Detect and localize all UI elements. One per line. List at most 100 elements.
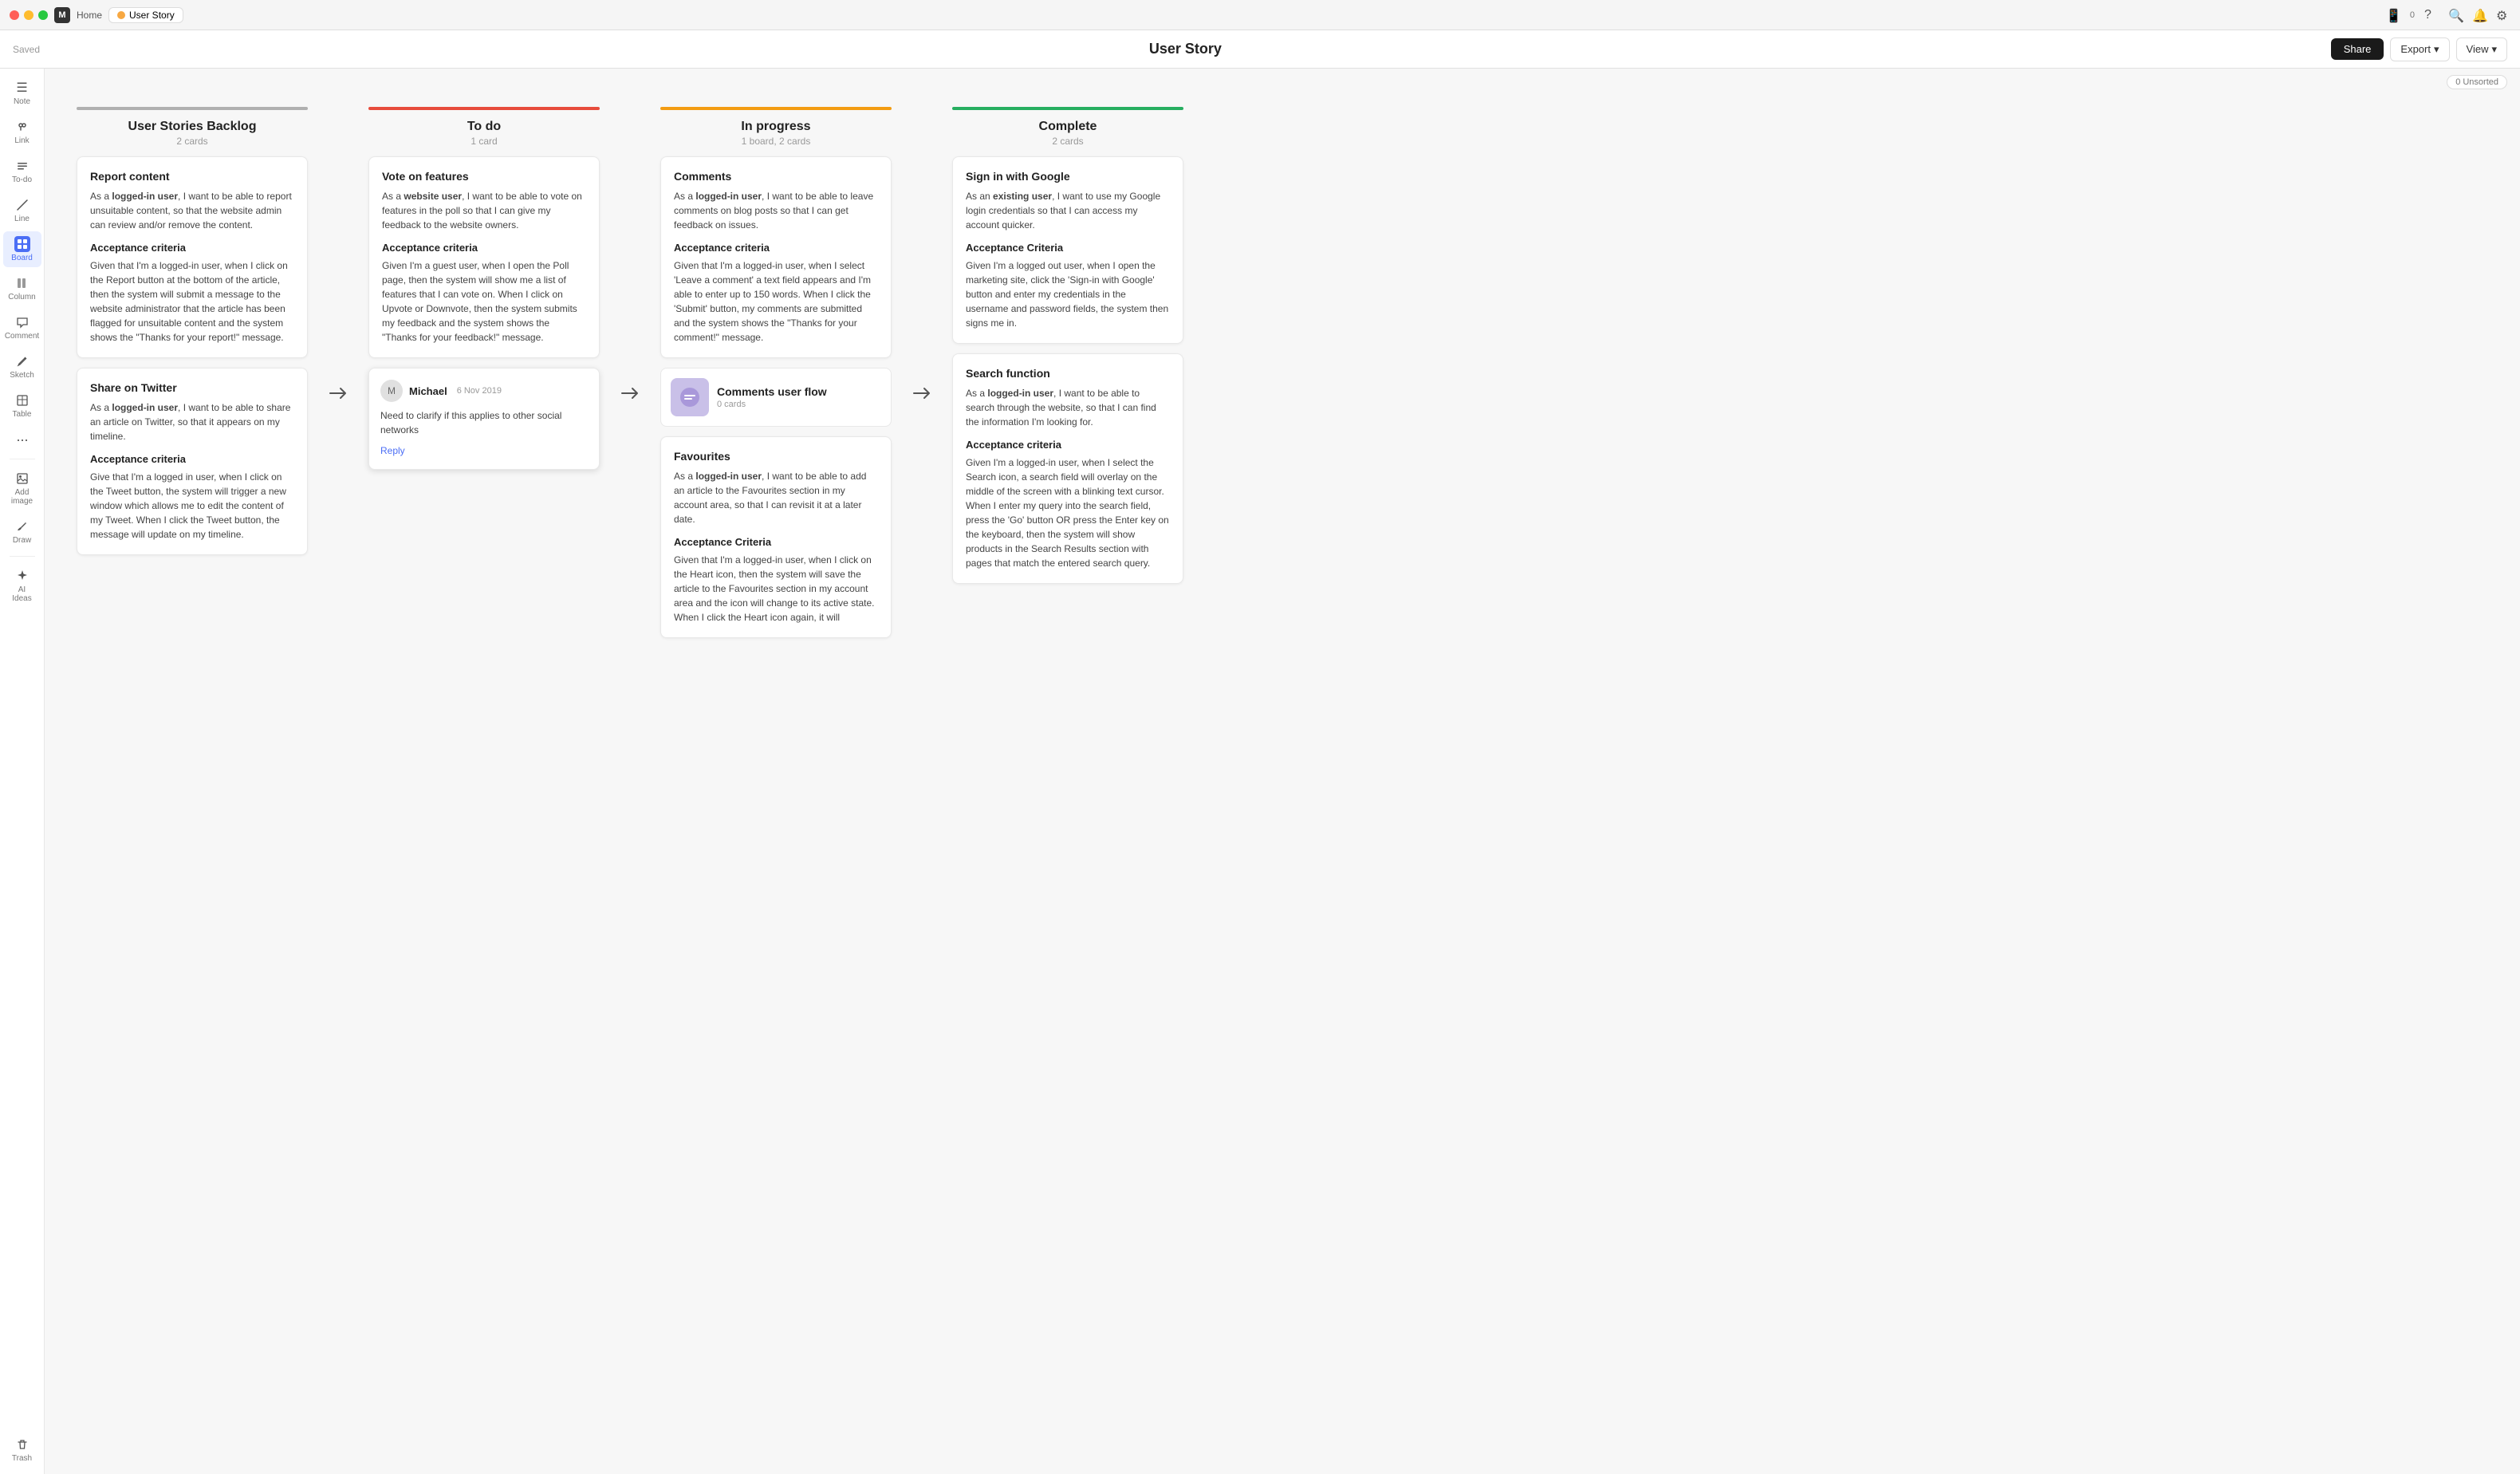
card-comments[interactable]: Comments As a logged-in user, I want to …: [660, 156, 892, 358]
card-intro-search: As a logged-in user, I want to be able t…: [966, 386, 1170, 429]
card-title-comments: Comments: [674, 170, 878, 183]
sidebar-item-board[interactable]: Board: [3, 231, 41, 267]
card-intro-comments: As a logged-in user, I want to be able t…: [674, 189, 878, 232]
board-card-title: Comments user flow: [717, 385, 827, 398]
sidebar-item-note[interactable]: ☰ Note: [3, 75, 41, 111]
share-button[interactable]: Share: [2331, 38, 2384, 60]
view-label: View: [2467, 43, 2489, 55]
card-intro-google: As an existing user, I want to use my Go…: [966, 189, 1170, 232]
sidebar-column-label: Column: [8, 293, 35, 302]
card-comments-user-flow[interactable]: Comments user flow 0 cards: [660, 368, 892, 427]
traffic-lights: [10, 10, 48, 20]
sidebar-item-todo[interactable]: To-do: [3, 153, 41, 189]
column-subtitle-todo: 1 card: [368, 136, 600, 147]
sidebar-item-line[interactable]: Line: [3, 192, 41, 228]
help-icon[interactable]: ?: [2424, 8, 2439, 22]
arrow-inprogress-complete: [911, 100, 933, 638]
device-icon[interactable]: 📱: [2386, 8, 2400, 22]
card-search-function[interactable]: Search function As a logged-in user, I w…: [952, 353, 1183, 584]
card-section-acceptance-report: Acceptance criteria: [90, 242, 294, 254]
card-section-acceptance-favourites: Acceptance Criteria: [674, 536, 878, 548]
arrow-todo-inprogress: [619, 100, 641, 638]
card-section-acceptance-search: Acceptance criteria: [966, 439, 1170, 451]
sidebar-item-sketch[interactable]: Sketch: [3, 349, 41, 384]
sidebar-item-trash[interactable]: Trash: [3, 1432, 41, 1468]
card-title-favourites: Favourites: [674, 450, 878, 463]
card-body-report: Given that I'm a logged-in user, when I …: [90, 258, 294, 345]
card-favourites[interactable]: Favourites As a logged-in user, I want t…: [660, 436, 892, 638]
sidebar-item-add-image[interactable]: Add image: [3, 466, 41, 510]
column-body-complete: Sign in with Google As an existing user,…: [952, 156, 1183, 584]
topbar: Saved User Story Share Export ▾ View ▾: [0, 30, 2520, 69]
canvas[interactable]: 0 Unsorted User Stories Backlog 2 cards …: [45, 69, 2520, 1474]
sidebar-item-comment[interactable]: Comment: [3, 309, 41, 345]
sketch-icon: [14, 353, 30, 369]
arrow-icon-2: [619, 382, 641, 404]
card-body-google: Given I'm a logged out user, when I open…: [966, 258, 1170, 330]
app-icon: M: [54, 7, 70, 23]
card-vote-features[interactable]: Vote on features As a website user, I wa…: [368, 156, 600, 358]
tab-dot: [117, 11, 125, 19]
fullscreen-button[interactable]: [38, 10, 48, 20]
sidebar-divider-2: [10, 556, 35, 557]
sidebar-item-link[interactable]: Link: [3, 114, 41, 150]
sidebar-item-table[interactable]: Table: [3, 388, 41, 424]
close-button[interactable]: [10, 10, 19, 20]
card-sign-in-google[interactable]: Sign in with Google As an existing user,…: [952, 156, 1183, 344]
column-bar-todo: [368, 107, 600, 110]
card-section-acceptance-twitter: Acceptance criteria: [90, 453, 294, 465]
card-intro-favourites: As a logged-in user, I want to be able t…: [674, 469, 878, 526]
tab-home[interactable]: Home: [77, 10, 102, 21]
card-report-content[interactable]: Report content As a logged-in user, I wa…: [77, 156, 308, 358]
column-title-todo: To do: [368, 120, 600, 134]
main-layout: ☰ Note Link To-do Line Board: [0, 69, 2520, 1474]
board-container: User Stories Backlog 2 cards Report cont…: [61, 85, 2504, 654]
bell-icon[interactable]: 🔔: [2472, 8, 2487, 22]
card-title-vote: Vote on features: [382, 170, 586, 183]
sidebar-item-column[interactable]: Column: [3, 270, 41, 306]
sidebar-item-more[interactable]: ···: [3, 427, 41, 452]
column-body-inprogress: Comments As a logged-in user, I want to …: [660, 156, 892, 638]
search-icon[interactable]: 🔍: [2448, 8, 2463, 22]
comment-popup[interactable]: M Michael 6 Nov 2019 Need to clarify if …: [368, 368, 600, 470]
sidebar-comment-label: Comment: [5, 332, 39, 341]
add-image-icon: [14, 471, 30, 487]
settings-icon[interactable]: ⚙: [2496, 8, 2510, 22]
chevron-down-icon: ▾: [2434, 43, 2439, 56]
comment-reply[interactable]: Reply: [380, 445, 405, 456]
more-icon: ···: [14, 432, 30, 447]
arrow-icon-3: [911, 382, 933, 404]
note-icon: ☰: [14, 80, 30, 96]
titlebar-actions: 📱 0 ? 🔍 🔔 ⚙: [2386, 8, 2510, 22]
column-header-todo: To do 1 card: [368, 100, 600, 147]
tab-current[interactable]: User Story: [108, 7, 183, 23]
card-body-vote: Given I'm a guest user, when I open the …: [382, 258, 586, 345]
unsorted-badge: 0 Unsorted: [2447, 75, 2507, 89]
column-body-todo: Vote on features As a website user, I wa…: [368, 156, 600, 470]
view-button[interactable]: View ▾: [2456, 37, 2507, 61]
notification-count: 0: [2410, 10, 2415, 20]
card-share-twitter[interactable]: Share on Twitter As a logged-in user, I …: [77, 368, 308, 555]
comment-date: 6 Nov 2019: [457, 386, 502, 396]
column-title-complete: Complete: [952, 120, 1183, 134]
export-button[interactable]: Export ▾: [2390, 37, 2449, 61]
ai-ideas-icon: [14, 568, 30, 584]
card-body-favourites: Given that I'm a logged-in user, when I …: [674, 553, 878, 625]
minimize-button[interactable]: [24, 10, 33, 20]
sidebar-add-image-label: Add image: [10, 488, 35, 506]
sidebar-item-draw[interactable]: Draw: [3, 514, 41, 550]
card-section-acceptance-vote: Acceptance criteria: [382, 242, 586, 254]
sidebar-item-ai-ideas[interactable]: AI Ideas: [3, 563, 41, 608]
column-backlog: User Stories Backlog 2 cards Report cont…: [77, 100, 308, 638]
column-subtitle-backlog: 2 cards: [77, 136, 308, 147]
column-todo: To do 1 card Vote on features As a websi…: [368, 100, 600, 638]
card-title-search: Search function: [966, 367, 1170, 380]
card-title-report: Report content: [90, 170, 294, 183]
todo-icon: [14, 158, 30, 174]
card-title-twitter: Share on Twitter: [90, 381, 294, 394]
saved-status: Saved: [13, 44, 40, 55]
sidebar-board-label: Board: [11, 254, 33, 262]
card-intro-vote: As a website user, I want to be able to …: [382, 189, 586, 232]
column-bar-backlog: [77, 107, 308, 110]
sidebar-table-label: Table: [13, 410, 32, 419]
